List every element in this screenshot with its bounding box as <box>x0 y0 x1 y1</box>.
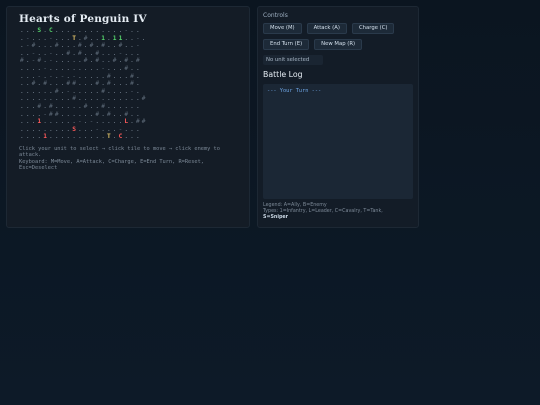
map-row: ... -. -. -. -..... #... #. <box>19 73 243 81</box>
terrain-tile[interactable]: # <box>135 57 141 65</box>
log-line: --- Your Turn --- <box>267 88 322 94</box>
legend: Legend: A=Ally, B=Enemy Types: 1=Infantr… <box>263 203 413 221</box>
controls-row-2: End Turn (E) New Map (R) <box>263 39 413 50</box>
map-row: .... -......... -... #.. <box>19 65 243 73</box>
game-map-grid[interactable]: ... S. C............ -... -... -... T. #.. 1. 1 1.… <box>19 27 243 141</box>
help-line-1: Click your unit to select → click tile t… <box>19 145 220 159</box>
map-tile[interactable]: . <box>141 35 147 43</box>
map-row: .. #. #... # #... #. #... #. <box>19 80 243 88</box>
map-row: .. -.. -.. #. #.. #... -... <box>19 50 243 58</box>
terrain-tile[interactable]: - <box>135 42 141 50</box>
map-row: ......... #........... # <box>19 95 243 103</box>
map-tile[interactable]: . <box>135 88 141 96</box>
map-row: ....1..........T.C... <box>19 133 243 141</box>
map-tile[interactable]: . <box>135 80 141 88</box>
game-title: Hearts of Penguin IV <box>19 13 147 25</box>
map-tile[interactable]: . <box>135 133 141 141</box>
map-row: ...... #. -..... #.... -. <box>19 88 243 96</box>
map-row: #. - #. -..... #. #.. #. #. # <box>19 57 243 65</box>
end-turn-button[interactable]: End Turn (E) <box>263 39 310 50</box>
help-text: Click your unit to select → click tile t… <box>19 146 243 172</box>
battle-log-title: Battle Log <box>263 70 303 79</box>
selection-status: No unit selected <box>263 55 323 65</box>
new-map-button[interactable]: New Map (R) <box>314 39 363 50</box>
map-tile[interactable]: . <box>135 103 141 111</box>
controls-title: Controls <box>263 12 288 19</box>
map-tile[interactable]: . <box>135 65 141 73</box>
move-button[interactable]: Move (M) <box>263 23 302 34</box>
side-panel: Controls Move (M) Attack (A) Charge (C) … <box>257 6 419 228</box>
legend-line-3: S=Sniper <box>263 215 289 220</box>
map-tile[interactable]: . <box>135 50 141 58</box>
map-row: . - #... #... #. #. #.. #.. - <box>19 42 243 50</box>
map-tile[interactable]: . <box>135 111 141 119</box>
controls-row-1: Move (M) Attack (A) Charge (C) <box>263 23 413 34</box>
game-panel: Hearts of Penguin IV ...S.C............-… <box>6 6 250 228</box>
charge-button[interactable]: Charge (C) <box>351 23 395 34</box>
map-tile[interactable]: . <box>135 27 141 35</box>
terrain-tile[interactable]: # <box>141 118 147 126</box>
map-row: .........S...-...-... <box>19 126 243 134</box>
map-row: ... #. #..... #.. #...... <box>19 103 243 111</box>
map-row: ... 1...... -. -..... L. # # <box>19 118 243 126</box>
battle-log-box: --- Your Turn --- <box>263 84 413 199</box>
map-tile[interactable]: . <box>135 73 141 81</box>
map-tile[interactable]: . <box>135 126 141 134</box>
attack-button[interactable]: Attack (A) <box>306 23 347 34</box>
map-row: ...S.C............-.. <box>19 27 243 35</box>
map-row: . -... -... T. #.. 1. 1 1.. -. <box>19 35 243 43</box>
help-line-2: Keyboard: M=Move, A=Attack, C=Charge, E=… <box>19 158 204 172</box>
map-row: .... - # #...... #. #.. #.. <box>19 111 243 119</box>
terrain-tile[interactable]: # <box>141 95 147 103</box>
